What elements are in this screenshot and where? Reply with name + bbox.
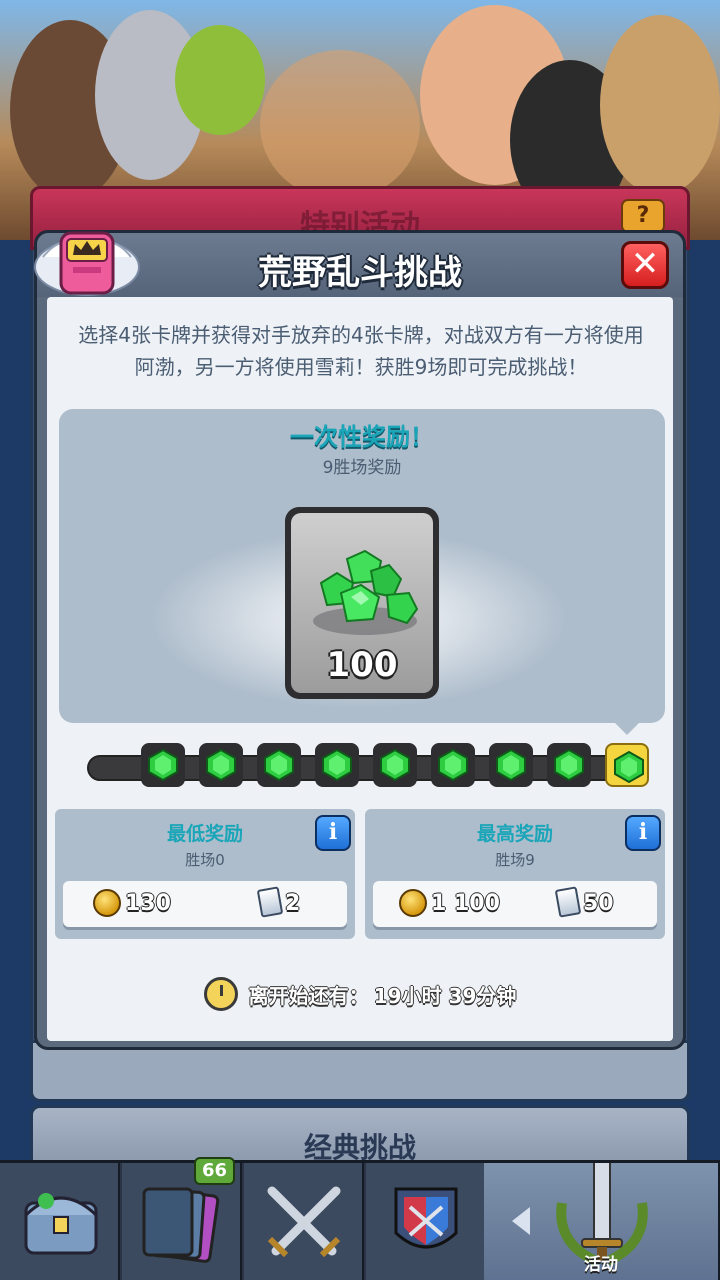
- nav-clan[interactable]: [366, 1163, 486, 1280]
- nav-events[interactable]: 活动: [484, 1163, 720, 1280]
- clan-shield-icon: [394, 1187, 458, 1249]
- nav-events-label: 活动: [584, 1255, 618, 1275]
- clock-icon: [203, 977, 238, 1011]
- help-button[interactable]: ?: [621, 199, 665, 233]
- gem-icon: [264, 748, 294, 782]
- treasure-chest-icon: [24, 1193, 98, 1255]
- gem-reward-card[interactable]: 100: [285, 507, 439, 699]
- start-timer: 离开始还有： 19小时 39分钟: [47, 977, 673, 1017]
- card-icon: [554, 886, 582, 918]
- challenge-description: 选择4张卡牌并获得对手放弃的4张卡牌，对战双方有一方将使用阿渤，另一方将使用雪莉…: [78, 323, 644, 379]
- nav-battle[interactable]: [244, 1163, 364, 1280]
- gem-icon: [322, 748, 352, 782]
- timer-value: 19小时 39分钟: [373, 983, 517, 1008]
- gem-icon: [380, 748, 410, 782]
- max-reward-panel: 最高奖励 胜场9 i 1 100 50: [365, 809, 665, 939]
- min-reward-title: 最低奖励: [166, 823, 243, 845]
- win-gem-slot: [315, 743, 359, 787]
- modal-body: 选择4张卡牌并获得对手放弃的4张卡牌，对战双方有一方将使用阿渤，另一方将使用雪莉…: [47, 297, 673, 1041]
- win-gem-slot: [373, 743, 417, 787]
- one-time-reward-panel: 一次性奖励！ 9胜场奖励 100: [59, 409, 665, 723]
- win-gem-slot: [605, 743, 649, 787]
- card-icon: [256, 886, 284, 918]
- win-gem-slot: [257, 743, 301, 787]
- max-reward-info-button[interactable]: i: [625, 815, 661, 851]
- character-barbarian: [260, 50, 420, 200]
- max-reward-title: 最高奖励: [476, 823, 553, 845]
- character-goblin: [175, 25, 265, 135]
- win-gem-slot: [141, 743, 185, 787]
- nav-cards[interactable]: 66: [122, 1157, 242, 1280]
- reward-pointer: [613, 721, 641, 735]
- gem-icon: [496, 748, 526, 782]
- one-time-reward-title: 一次性奖励！: [290, 423, 434, 451]
- gem-icon: [148, 748, 178, 782]
- win-gem-slot: [489, 743, 533, 787]
- crown-chest-icon: [34, 231, 140, 296]
- gold-coin-icon: [93, 889, 121, 917]
- gem-icon: [554, 748, 584, 782]
- win-gem-slot: [547, 743, 591, 787]
- min-reward-wins: 胜场0: [185, 851, 225, 869]
- min-reward-info-button[interactable]: i: [315, 815, 351, 851]
- max-reward-values: 1 100 50: [373, 881, 657, 927]
- gem-icon: [614, 750, 644, 784]
- win-gem-slot: [199, 743, 243, 787]
- bottom-nav: 66 活动: [0, 1157, 720, 1280]
- min-reward-panel: 最低奖励 胜场0 i 130 2: [55, 809, 355, 939]
- min-reward-gold: 130: [125, 891, 171, 916]
- gem-icon: [206, 748, 236, 782]
- timer-label: 离开始还有：: [248, 983, 369, 1008]
- one-time-reward-subtitle: 9胜场奖励: [322, 458, 402, 478]
- crossed-swords-icon: [267, 1186, 341, 1258]
- min-reward-values: 130 2: [63, 881, 347, 927]
- gem-icon: [438, 748, 468, 782]
- gold-coin-icon: [399, 889, 427, 917]
- nav-shop[interactable]: [0, 1163, 120, 1280]
- character-warrior: [600, 15, 720, 195]
- max-reward-wins: 胜场9: [495, 851, 535, 869]
- max-reward-gold: 1 100: [431, 891, 500, 916]
- win-gem-slot: [431, 743, 475, 787]
- gem-reward-amount: 100: [326, 645, 398, 685]
- close-button[interactable]: ✕: [621, 241, 669, 289]
- max-reward-cards: 50: [583, 891, 614, 916]
- challenge-modal: 荒野乱斗挑战 ✕ 选择4张卡牌并获得对手放弃的4张卡牌，对战双方有一方将使用阿渤…: [34, 230, 686, 1050]
- min-reward-cards: 2: [285, 891, 301, 916]
- cards-count-badge: 66: [194, 1157, 236, 1185]
